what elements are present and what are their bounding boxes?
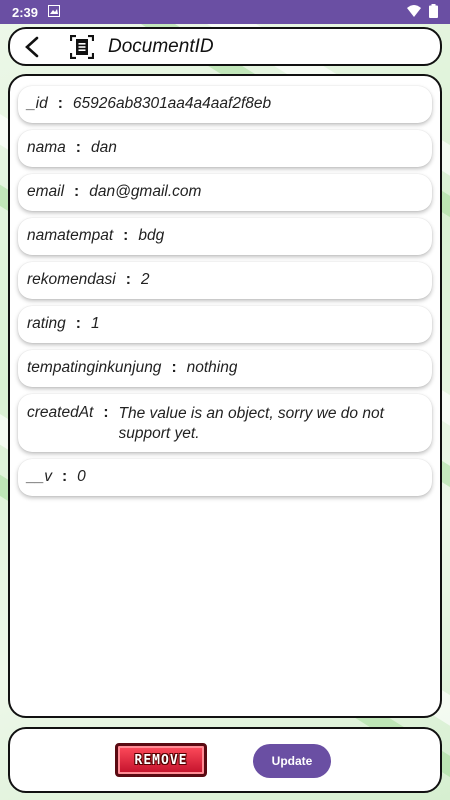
field-value: 65926ab8301aa4a4aaf2f8eb — [72, 95, 272, 112]
field-separator: : — [125, 271, 131, 288]
field-key: tempatinginkunjung — [27, 359, 162, 376]
status-bar: 2:39 — [0, 0, 450, 24]
image-notification-icon — [48, 4, 61, 20]
field-key: _id — [27, 95, 48, 112]
field-separator: : — [62, 468, 68, 485]
field-key: email — [27, 183, 65, 200]
field-key: namatempat — [27, 227, 114, 244]
field-value: 1 — [90, 315, 100, 332]
document-panel: _id : 65926ab8301aa4a4aaf2f8eb nama : da… — [8, 74, 442, 718]
field-key: rekomendasi — [27, 271, 116, 288]
field-separator: : — [75, 139, 81, 156]
field-value: bdg — [138, 227, 165, 244]
field-separator: : — [171, 359, 177, 376]
field-value: dan@gmail.com — [89, 183, 202, 200]
app-bar: DocumentID — [8, 27, 442, 66]
field-key: nama — [27, 139, 66, 156]
field-list: _id : 65926ab8301aa4a4aaf2f8eb nama : da… — [10, 76, 440, 513]
field-row-createdat: createdAt : The value is an object, sorr… — [18, 394, 432, 452]
field-row-email: email : dan@gmail.com — [18, 174, 432, 211]
field-row-tempatinginkunjung: tempatinginkunjung : nothing — [18, 350, 432, 387]
page-title: DocumentID — [108, 35, 214, 57]
field-value: dan — [90, 139, 117, 156]
field-separator: : — [75, 315, 81, 332]
field-row-id: _id : 65926ab8301aa4a4aaf2f8eb — [18, 86, 432, 123]
field-value: 2 — [140, 271, 150, 288]
field-separator: : — [123, 227, 129, 244]
field-separator: : — [57, 95, 63, 112]
field-row-rekomendasi: rekomendasi : 2 — [18, 262, 432, 299]
document-scan-icon — [69, 34, 95, 59]
field-key: createdAt — [27, 404, 94, 421]
field-row-rating: rating : 1 — [18, 306, 432, 343]
field-value: 0 — [77, 468, 86, 485]
battery-icon — [429, 3, 438, 21]
field-value: nothing — [186, 359, 238, 376]
field-value: The value is an object, sorry we do not … — [118, 405, 384, 442]
status-time: 2:39 — [12, 4, 39, 20]
wifi-icon — [407, 4, 421, 20]
field-separator: : — [74, 183, 80, 200]
field-key: __v — [27, 468, 52, 485]
field-row-nama: nama : dan — [18, 130, 432, 167]
field-key: rating — [27, 315, 66, 332]
field-row-namatempat: namatempat : bdg — [18, 218, 432, 255]
back-arrow-icon[interactable] — [20, 35, 44, 59]
field-separator: : — [103, 404, 109, 421]
field-row-v: __v : 0 — [18, 459, 432, 496]
update-button[interactable]: Update — [253, 744, 331, 778]
remove-button[interactable]: REMOVE — [115, 743, 207, 777]
action-bar: REMOVE Update — [8, 727, 442, 793]
